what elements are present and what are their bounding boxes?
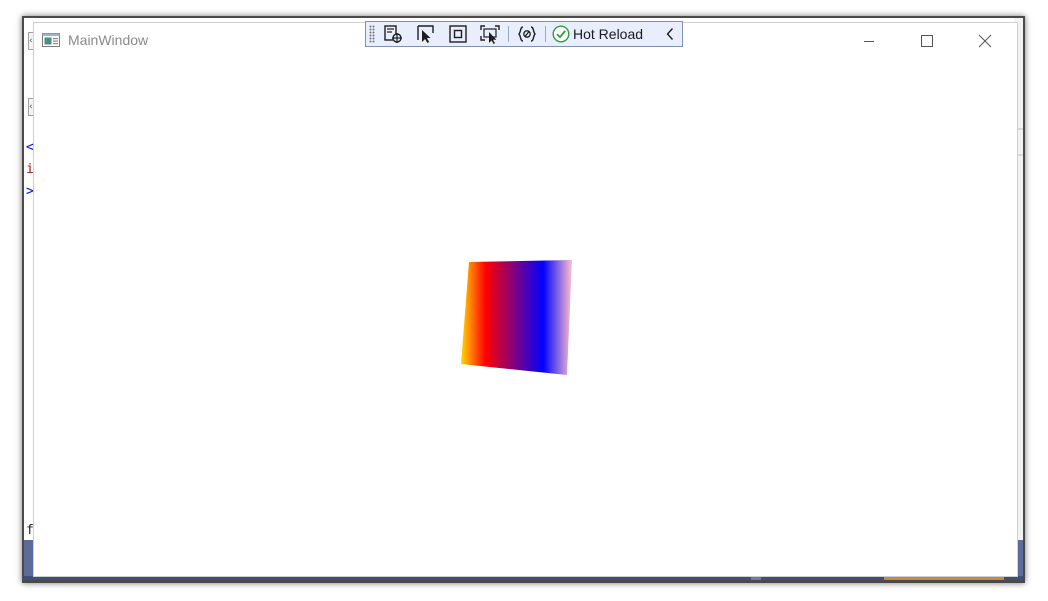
wpf-runtime-toolbar: Hot Reload [365, 21, 683, 47]
toolbar-separator [545, 26, 546, 42]
maximize-icon [921, 35, 933, 47]
toolbar-separator [508, 26, 509, 42]
minimize-icon [864, 41, 874, 42]
window-content [34, 59, 1017, 576]
binding-failures-button[interactable] [515, 23, 539, 45]
close-button[interactable] [956, 23, 1014, 59]
maximize-button[interactable] [898, 23, 956, 59]
hot-reload-label: Hot Reload [573, 26, 644, 42]
main-window: MainWindow [33, 22, 1018, 577]
hot-reload-button[interactable]: Hot Reload [552, 23, 643, 45]
track-focused-element-icon [480, 25, 500, 44]
ide-status-highlight [884, 577, 1004, 580]
gradient-quad [461, 260, 572, 375]
select-element-icon [417, 25, 434, 43]
live-visual-tree-button[interactable] [381, 23, 405, 45]
window-title: MainWindow [68, 32, 149, 48]
binding-failures-icon [518, 26, 536, 42]
minimize-button[interactable] [840, 23, 898, 59]
close-icon [978, 34, 992, 48]
screenshot: ‹ ‹ < i > f MainWindow Hot Reload [0, 0, 1048, 601]
hot-reload-check-icon [552, 25, 570, 43]
live-visual-tree-icon [384, 25, 402, 43]
gradient-quad-viewport [461, 260, 572, 375]
collapse-toolbar-button[interactable] [662, 23, 678, 45]
track-focused-element-button[interactable] [478, 23, 502, 45]
window-app-icon [42, 33, 60, 47]
display-layout-adorners-button[interactable] [446, 23, 470, 45]
display-layout-adorners-icon [449, 25, 467, 43]
toolbar-grip[interactable] [369, 25, 375, 43]
chevron-left-icon [666, 28, 674, 40]
select-element-button[interactable] [414, 23, 438, 45]
